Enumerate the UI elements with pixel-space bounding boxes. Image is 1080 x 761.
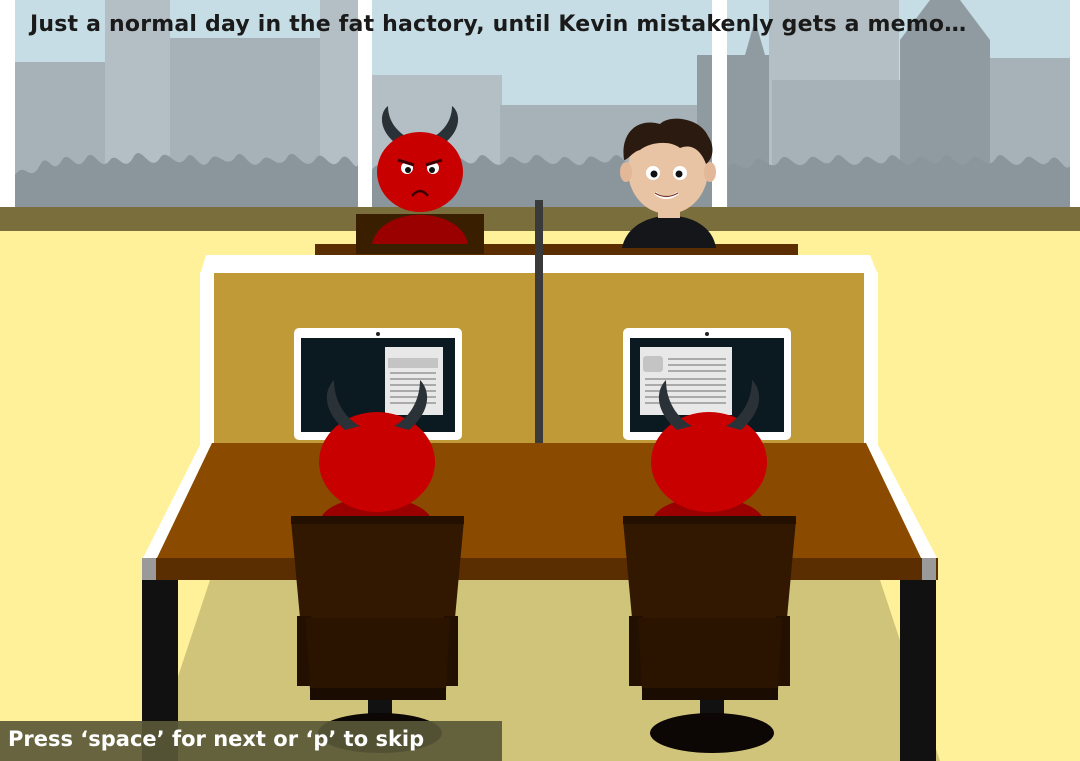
office-scene — [0, 0, 1080, 761]
narration-caption: Just a normal day in the fat hactory, un… — [30, 12, 967, 37]
window-frame — [0, 0, 15, 210]
controls-hint-bar: Press ‘space’ for next or ‘p’ to skip — [0, 721, 502, 761]
kevin — [620, 118, 716, 248]
controls-hint-text: Press ‘space’ for next or ‘p’ to skip — [8, 727, 425, 751]
screen-window — [385, 347, 443, 415]
desk-top — [156, 443, 922, 560]
desk-leg — [900, 580, 936, 761]
